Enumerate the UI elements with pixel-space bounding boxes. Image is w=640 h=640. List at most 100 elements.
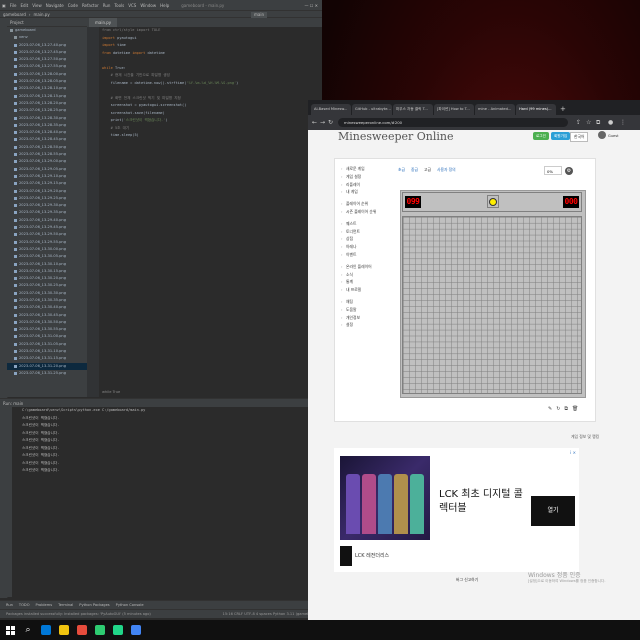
side-menu-item[interactable]: 상점 [340, 235, 396, 243]
side-menu-item[interactable]: 도움말 [340, 306, 396, 314]
menu-item-edit[interactable]: Edit [20, 3, 28, 8]
browser-menu-icon[interactable]: ⋮ [620, 118, 626, 127]
menu-item-run[interactable]: Run [103, 3, 111, 8]
tree-file[interactable]: 2023-07-06_13-28-05.png [7, 78, 87, 85]
extensions-icon[interactable]: ⧉ [596, 118, 600, 127]
browser-tab[interactable]: AI-Based Minesw... [311, 104, 351, 115]
tree-file[interactable]: 2023-07-06_13-31-10.png [7, 348, 87, 355]
tree-file[interactable]: 2023-07-06_13-29-20.png [7, 188, 87, 195]
tree-file[interactable]: 2023-07-06_13-30-15.png [7, 268, 87, 275]
tree-file[interactable]: 2023-07-06_13-30-30.png [7, 290, 87, 297]
tree-file[interactable]: 2023-07-06_13-28-20.png [7, 100, 87, 107]
zoom-select[interactable]: 0% [544, 166, 562, 175]
menu-item-navigate[interactable]: Navigate [46, 3, 64, 8]
tree-file[interactable]: 2023-07-06_13-29-15.png [7, 180, 87, 187]
bookmark-star-icon[interactable]: ☆ [586, 118, 591, 127]
tree-file[interactable]: 2023-07-06_13-27-55.png [7, 63, 87, 70]
tool-tab-todo[interactable]: TODO [19, 603, 30, 607]
smiley-reset-button[interactable] [487, 195, 499, 208]
menu-item-refactor[interactable]: Refactor [82, 3, 99, 8]
tree-folder-venv[interactable]: venv [7, 34, 87, 41]
new-tab-icon[interactable]: + [557, 104, 566, 115]
nav-file[interactable]: main.py [34, 12, 50, 17]
tool-tab-python-packages[interactable]: Python Packages [79, 603, 109, 607]
difficulty-tab[interactable]: 사용자 정의 [437, 167, 456, 173]
tree-file[interactable]: 2023-07-06_13-28-35.png [7, 122, 87, 129]
side-menu-item[interactable]: 토너먼트 [340, 228, 396, 236]
side-menu-item[interactable]: 새로운 게임 [340, 165, 396, 173]
tab-main-py[interactable]: main.py [89, 18, 118, 27]
tree-file[interactable]: 2023-07-06_13-28-10.png [7, 85, 87, 92]
side-menu-item[interactable]: 내 프로필 [340, 286, 396, 294]
tool-tab-run[interactable]: Run [6, 603, 13, 607]
tree-file[interactable]: 2023-07-06_13-29-10.png [7, 173, 87, 180]
tree-file[interactable]: 2023-07-06_13-30-35.png [7, 297, 87, 304]
tree-file[interactable]: 2023-07-06_13-28-30.png [7, 115, 87, 122]
difficulty-tab[interactable]: 중급 [411, 167, 418, 173]
tree-file[interactable]: 2023-07-06_13-30-05.png [7, 253, 87, 260]
tree-file[interactable]: 2023-07-06_13-30-45.png [7, 312, 87, 319]
project-panel-header[interactable]: Project [7, 18, 87, 27]
side-menu-item[interactable]: 게임 설정 [340, 173, 396, 181]
edit-icon[interactable]: ✎ [548, 406, 552, 412]
code-editor[interactable]: from ctrl/style import TOLE import pyauto… [87, 27, 322, 397]
tree-file[interactable]: 2023-07-06_13-28-25.png [7, 107, 87, 114]
language-select[interactable]: 한국어 [570, 132, 589, 142]
tree-file[interactable]: 2023-07-06_13-28-00.png [7, 71, 87, 78]
side-menu-item[interactable]: 플레이어 순위 [340, 200, 396, 208]
nav-project[interactable]: gameboard [3, 12, 26, 17]
minefield-grid[interactable] [402, 216, 582, 394]
run-panel-header[interactable]: Run: main [0, 398, 322, 407]
tree-file[interactable]: 2023-07-06_13-31-05.png [7, 341, 87, 348]
side-menu-item[interactable]: 온라인 플레이어 [340, 263, 396, 271]
tree-file[interactable]: 2023-07-06_13-30-20.png [7, 275, 87, 282]
tree-file[interactable]: 2023-07-06_13-29-45.png [7, 224, 87, 231]
tree-file[interactable]: 2023-07-06_13-29-00.png [7, 158, 87, 165]
browser-tab[interactable]: Hard (99 mines)... [516, 104, 556, 115]
tree-file[interactable]: 2023-07-06_13-30-00.png [7, 246, 87, 253]
taskbar-app-icon[interactable] [38, 622, 54, 638]
taskbar-app-icon[interactable] [92, 622, 108, 638]
side-menu-item[interactable]: 퀘스트 [340, 220, 396, 228]
game-info-link[interactable]: 게임 정보 및 랭킹 [571, 434, 599, 440]
difficulty-tab[interactable]: 고급 [424, 167, 431, 173]
ad-choices-icon[interactable]: i × [570, 450, 576, 455]
profile-icon[interactable]: ● [608, 118, 613, 127]
side-menu-item[interactable]: 시즌 플레이어 순위 [340, 208, 396, 216]
browser-tab[interactable]: [파이썬] How to T... [434, 104, 474, 115]
share-link-icon[interactable]: ⧉ [564, 406, 568, 412]
tree-file[interactable]: 2023-07-06_13-27-45.png [7, 49, 87, 56]
tree-file[interactable]: 2023-07-06_13-28-45.png [7, 136, 87, 143]
browser-tab[interactable]: 마우스 자동 클릭 T... [393, 104, 433, 115]
tree-file[interactable]: 2023-07-06_13-29-55.png [7, 239, 87, 246]
reload-icon[interactable]: ↻ [328, 118, 333, 127]
bug-report-link[interactable]: 버그 신고하기 [456, 577, 478, 583]
taskbar-app-icon[interactable] [74, 622, 90, 638]
url-input[interactable]: minesweeperonline.com/#200 [338, 118, 568, 127]
tree-file[interactable]: 2023-07-06_13-31-00.png [7, 333, 87, 340]
side-menu-item[interactable]: 이벤트 [340, 251, 396, 259]
tree-file[interactable]: 2023-07-06_13-29-50.png [7, 231, 87, 238]
tree-file[interactable]: 2023-07-06_13-29-05.png [7, 166, 87, 173]
tree-file[interactable]: 2023-07-06_13-31-25.png [7, 370, 87, 377]
back-icon[interactable]: ← [312, 118, 317, 127]
ad-title[interactable]: LCK 최초 디지털 콜렉터블 [439, 488, 529, 516]
menu-item-tools[interactable]: Tools [114, 3, 124, 8]
menu-item-view[interactable]: View [32, 3, 42, 8]
taskbar-app-icon[interactable] [128, 622, 144, 638]
side-menu-item[interactable]: 채팅 [340, 298, 396, 306]
tree-file[interactable]: 2023-07-06_13-30-10.png [7, 261, 87, 268]
menu-item-window[interactable]: Window [140, 3, 156, 8]
run-console[interactable]: C:\gameboard\venv\Scripts\python.exe C:/… [12, 407, 322, 597]
difficulty-tab[interactable]: 초급 [398, 167, 405, 173]
tree-file[interactable]: 2023-07-06_13-29-35.png [7, 209, 87, 216]
tree-file[interactable]: 2023-07-06_13-29-40.png [7, 217, 87, 224]
user-name[interactable]: Guest [608, 132, 619, 140]
browser-tab[interactable]: mine - Animated... [475, 104, 515, 115]
side-menu-item[interactable]: 소식 [340, 271, 396, 279]
ad-brand-name[interactable]: LCK 레전더리스 [355, 552, 389, 559]
menu-item-vcs[interactable]: VCS [128, 3, 136, 8]
replay-icon[interactable]: ↻ [556, 406, 560, 412]
tree-folder-root[interactable]: gameboard [7, 27, 87, 34]
side-menu-item[interactable]: 내 게임 [340, 188, 396, 196]
